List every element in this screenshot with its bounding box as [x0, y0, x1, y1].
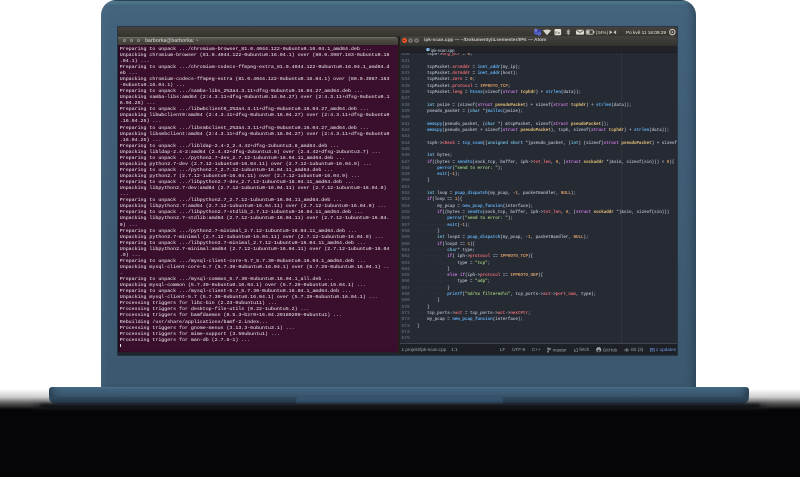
svg-text:(34%): (34%)	[596, 29, 609, 34]
svg-text:En: En	[555, 29, 560, 34]
svg-text:Po kvě 11 16:09:29: Po kvě 11 16:09:29	[626, 29, 666, 34]
